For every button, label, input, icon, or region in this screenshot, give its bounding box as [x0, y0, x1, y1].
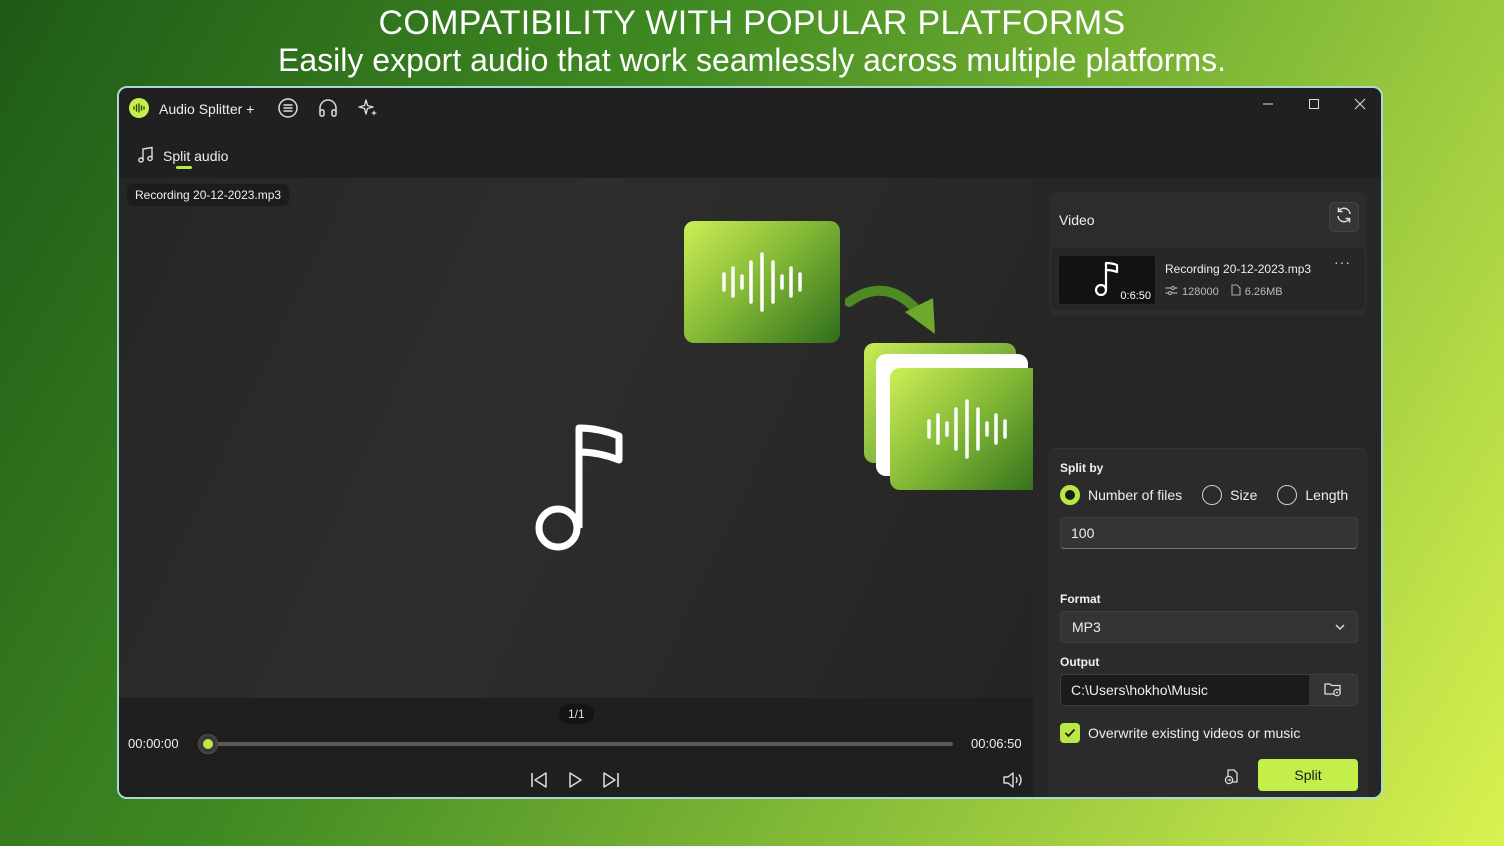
- file-name: Recording 20-12-2023.mp3: [1165, 262, 1312, 276]
- radio-indicator: [1202, 485, 1223, 505]
- video-panel: Video 0:6:50 Recording 20-12-2023.mp3 12…: [1049, 192, 1367, 316]
- split-button[interactable]: Split: [1258, 759, 1358, 791]
- radio-size[interactable]: Size: [1202, 485, 1257, 505]
- split-file-illustration: [890, 368, 1044, 490]
- headphones-icon[interactable]: [317, 97, 339, 119]
- play-icon[interactable]: [563, 768, 587, 792]
- file-name-chip: Recording 20-12-2023.mp3: [127, 184, 290, 206]
- radio-number-of-files[interactable]: Number of files: [1060, 485, 1182, 505]
- previous-icon[interactable]: [527, 768, 551, 792]
- promo-title: COMPATIBILITY WITH POPULAR PLATFORMS: [378, 4, 1126, 42]
- refresh-button[interactable]: [1329, 202, 1359, 232]
- time-total: 00:06:50: [971, 736, 1022, 751]
- number-of-files-input[interactable]: 100: [1060, 517, 1358, 549]
- next-icon[interactable]: [599, 768, 623, 792]
- file-meta: 128000 6.26MB: [1165, 284, 1283, 299]
- video-panel-title: Video: [1059, 212, 1095, 228]
- overwrite-label: Overwrite existing videos or music: [1088, 725, 1301, 741]
- radio-length[interactable]: Length: [1277, 485, 1348, 505]
- maximize-button[interactable]: [1299, 94, 1329, 114]
- output-path: C:\Users\hokho\Music: [1071, 682, 1208, 698]
- file-size: 6.26MB: [1244, 285, 1283, 298]
- format-value: MP3: [1072, 619, 1101, 635]
- preview-area: Recording 20-12-2023.mp3 1/1 00:00:00 00…: [119, 178, 1044, 797]
- radio-label: Size: [1230, 487, 1258, 503]
- format-label: Format: [1060, 592, 1101, 606]
- checkbox-checked-icon: [1060, 723, 1080, 743]
- folder-settings-icon: [1324, 681, 1342, 700]
- sparkle-icon[interactable]: [357, 97, 379, 119]
- output-path-input[interactable]: C:\Users\hokho\Music: [1060, 674, 1358, 706]
- app-window: Audio Splitter + Split audio Recording 2…: [117, 86, 1383, 799]
- file-size-icon: [1231, 284, 1241, 299]
- list-icon[interactable]: [277, 97, 299, 119]
- seek-thumb[interactable]: [199, 735, 217, 753]
- browse-folder-button[interactable]: [1309, 675, 1357, 705]
- output-label: Output: [1060, 655, 1100, 669]
- close-button[interactable]: [1345, 94, 1375, 114]
- music-note-icon: [137, 146, 155, 167]
- bitrate-icon: [1165, 285, 1178, 299]
- tab-active-indicator: [176, 166, 192, 169]
- overwrite-checkbox[interactable]: Overwrite existing videos or music: [1060, 723, 1300, 743]
- file-duration: 0:6:50: [1120, 290, 1151, 302]
- radio-label: Number of files: [1088, 487, 1183, 503]
- chevron-down-icon: [1333, 620, 1347, 637]
- file-thumbnail: 0:6:50: [1059, 256, 1155, 304]
- seek-track[interactable]: [209, 742, 953, 746]
- radio-label: Length: [1305, 487, 1349, 503]
- side-panel: Video 0:6:50 Recording 20-12-2023.mp3 12…: [1033, 178, 1381, 797]
- titlebar: Audio Splitter +: [119, 88, 1381, 130]
- format-select[interactable]: MP3: [1060, 611, 1358, 643]
- music-note-icon: [1094, 260, 1120, 301]
- radio-indicator: [1277, 485, 1298, 505]
- arrow-icon: [844, 280, 937, 341]
- tab-label: Split audio: [163, 148, 229, 164]
- music-note-icon: [529, 418, 629, 558]
- app-logo-icon: [129, 98, 149, 118]
- app-title: Audio Splitter +: [159, 101, 255, 117]
- volume-icon[interactable]: [1001, 768, 1025, 792]
- more-options-icon[interactable]: ···: [1334, 254, 1351, 270]
- audio-file-illustration: [684, 221, 840, 343]
- split-by-label: Split by: [1060, 461, 1104, 475]
- time-current: 00:00:00: [128, 736, 179, 751]
- split-by-options: Number of files Size Length: [1060, 485, 1348, 505]
- player-bar: 1/1 00:00:00 00:06:50: [119, 698, 1033, 797]
- file-list-item[interactable]: 0:6:50 Recording 20-12-2023.mp3 128000 6…: [1051, 248, 1365, 310]
- file-bitrate: 128000: [1182, 285, 1219, 298]
- split-settings: Split by Number of files Size Length 100…: [1049, 448, 1367, 797]
- minimize-button[interactable]: [1253, 94, 1283, 114]
- promo-subtitle: Easily export audio that work seamlessly…: [278, 42, 1226, 78]
- refresh-icon: [1335, 206, 1353, 229]
- page-indicator: 1/1: [559, 704, 594, 724]
- open-file-icon[interactable]: [1220, 765, 1244, 789]
- radio-indicator: [1060, 485, 1080, 505]
